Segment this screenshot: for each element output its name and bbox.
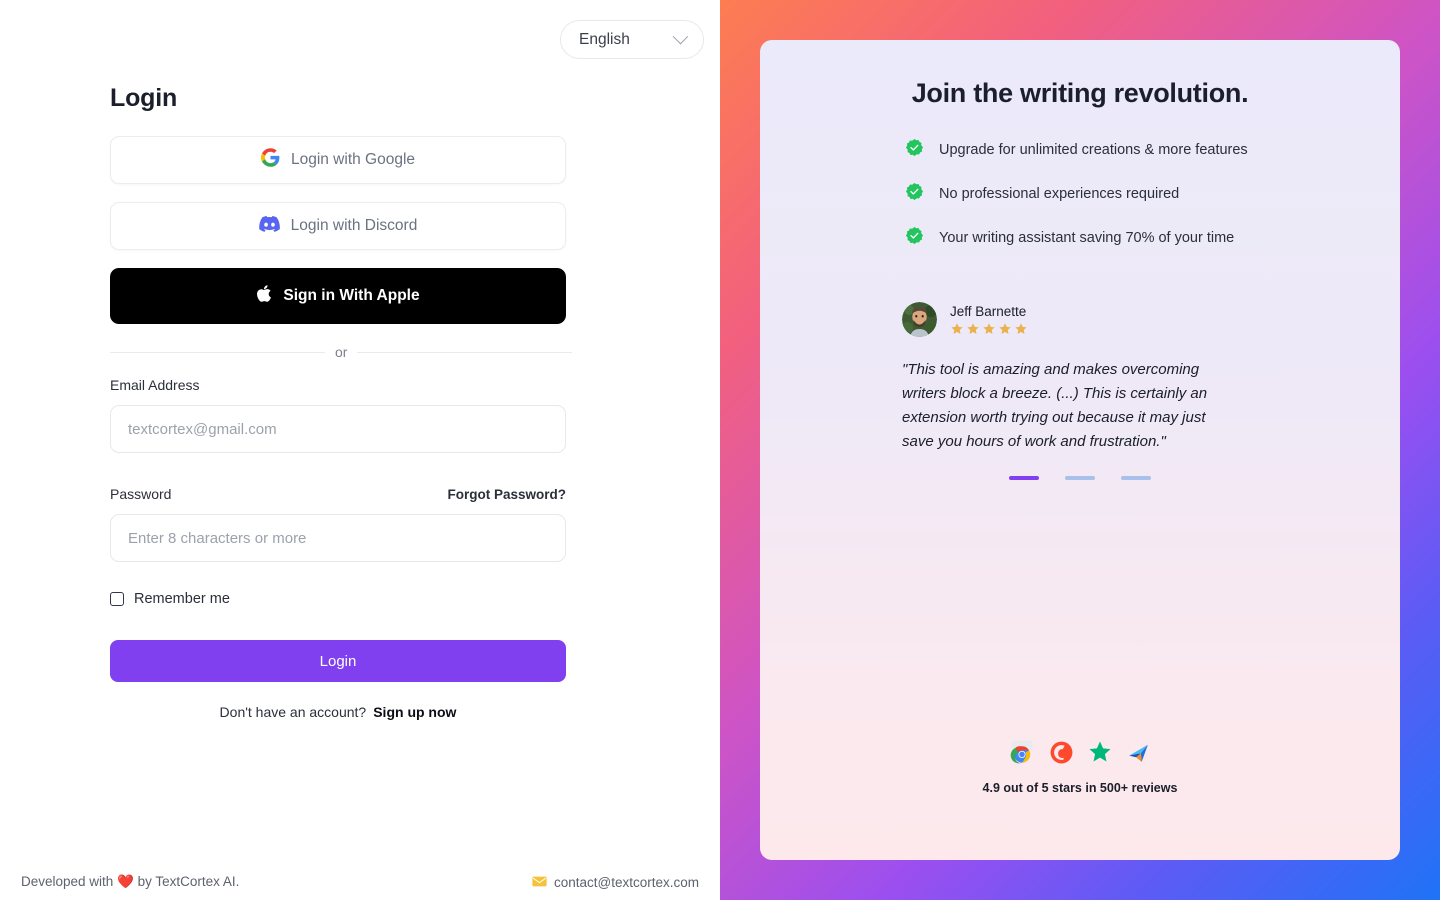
google-icon (260, 148, 280, 172)
capterra-icon (1126, 740, 1151, 770)
star-icon (967, 322, 979, 334)
testimonial-person: Jeff Barnette (902, 302, 1360, 337)
right-panel: Join the writing revolution. Upgrade for… (720, 0, 1440, 900)
signup-link[interactable]: Sign up now (373, 704, 456, 720)
bullet-label: Your writing assistant saving 70% of you… (939, 230, 1235, 246)
testimonial: Jeff Barnette "This tool is amazing and … (760, 302, 1400, 454)
page-title: Login (110, 84, 178, 112)
reviews-summary: 4.9 out of 5 stars in 500+ reviews (982, 781, 1178, 795)
reviews-block: G 2 4.9 out of 5 stars in 500+ reviews (760, 739, 1400, 795)
divider-rule-right (357, 351, 573, 353)
chevron-down-icon (672, 28, 689, 45)
carousel-indicators (760, 476, 1400, 480)
password-label: Password (110, 486, 172, 502)
testimonial-meta: Jeff Barnette (950, 304, 1028, 336)
email-label: Email Address (110, 377, 200, 393)
avatar (902, 302, 937, 337)
list-item: Upgrade for unlimited creations & more f… (905, 138, 1400, 162)
signup-prompt: Don't have an account? (219, 704, 367, 720)
footer-contact-email: contact@textcortex.com (553, 874, 699, 890)
language-select-value: English (579, 30, 630, 48)
login-with-discord-button[interactable]: Login with Discord (110, 202, 566, 250)
carousel-dot-3[interactable] (1121, 476, 1151, 480)
divider-label: or (335, 344, 348, 360)
list-item: Your writing assistant saving 70% of you… (905, 226, 1400, 250)
promo-card: Join the writing revolution. Upgrade for… (760, 40, 1400, 860)
password-input[interactable] (110, 514, 566, 562)
language-select[interactable]: English (560, 20, 704, 59)
carousel-dot-2[interactable] (1065, 476, 1095, 480)
email-input[interactable] (110, 405, 566, 453)
discord-icon (258, 215, 280, 237)
envelope-icon (532, 875, 547, 890)
footer-credit: Developed with ❤️ by TextCortex AI. (21, 874, 240, 889)
promo-bullets: Upgrade for unlimited creations & more f… (760, 138, 1400, 250)
or-divider: or (110, 344, 573, 360)
login-submit-button[interactable]: Login (110, 640, 566, 682)
review-badges: G 2 (1009, 739, 1151, 770)
testimonial-quote: "This tool is amazing and makes overcomi… (902, 361, 1208, 450)
svg-text:2: 2 (1065, 745, 1069, 752)
footer: Developed with ❤️ by TextCortex AI. cont… (0, 874, 720, 890)
divider-rule-left (110, 351, 325, 353)
list-item: No professional experiences required (905, 182, 1400, 206)
bullet-label: Upgrade for unlimited creations & more f… (939, 142, 1248, 158)
sign-in-with-apple-label: Sign in With Apple (283, 287, 420, 304)
star-icon (983, 322, 995, 334)
forgot-password-link[interactable]: Forgot Password? (447, 487, 566, 502)
login-form: Login Login with Google Login with Disco… (110, 84, 580, 720)
promo-title: Join the writing revolution. (911, 78, 1249, 108)
star-icon (999, 322, 1011, 334)
green-check-badge-icon (905, 226, 924, 250)
bullet-label: No professional experiences required (939, 186, 1180, 202)
login-with-discord-label: Login with Discord (290, 217, 418, 234)
left-panel: English Login Login with Google Login wi… (0, 0, 720, 900)
star-icon (951, 322, 963, 334)
sign-in-with-apple-button[interactable]: Sign in With Apple (110, 268, 566, 324)
footer-contact[interactable]: contact@textcortex.com (532, 874, 699, 890)
g2-icon: G 2 (1049, 740, 1074, 770)
remember-me-checkbox[interactable] (110, 592, 124, 606)
language-selector-row: English (0, 20, 720, 59)
star-icon (1015, 322, 1027, 334)
trustpilot-star-icon (1088, 740, 1112, 769)
chrome-web-store-icon (1009, 739, 1035, 770)
login-with-google-button[interactable]: Login with Google (110, 136, 566, 184)
password-label-row: Password Forgot Password? (110, 486, 566, 502)
remember-me-row[interactable]: Remember me (110, 591, 580, 607)
login-page: English Login Login with Google Login wi… (0, 0, 1440, 900)
carousel-dot-1[interactable] (1009, 476, 1039, 480)
login-with-google-label: Login with Google (290, 151, 416, 168)
green-check-badge-icon (905, 182, 924, 206)
signup-row: Don't have an account? Sign up now (110, 704, 566, 720)
remember-me-label: Remember me (134, 591, 230, 607)
star-rating (950, 322, 1028, 336)
green-check-badge-icon (905, 138, 924, 162)
testimonial-author: Jeff Barnette (950, 303, 1027, 319)
apple-icon (256, 284, 272, 308)
